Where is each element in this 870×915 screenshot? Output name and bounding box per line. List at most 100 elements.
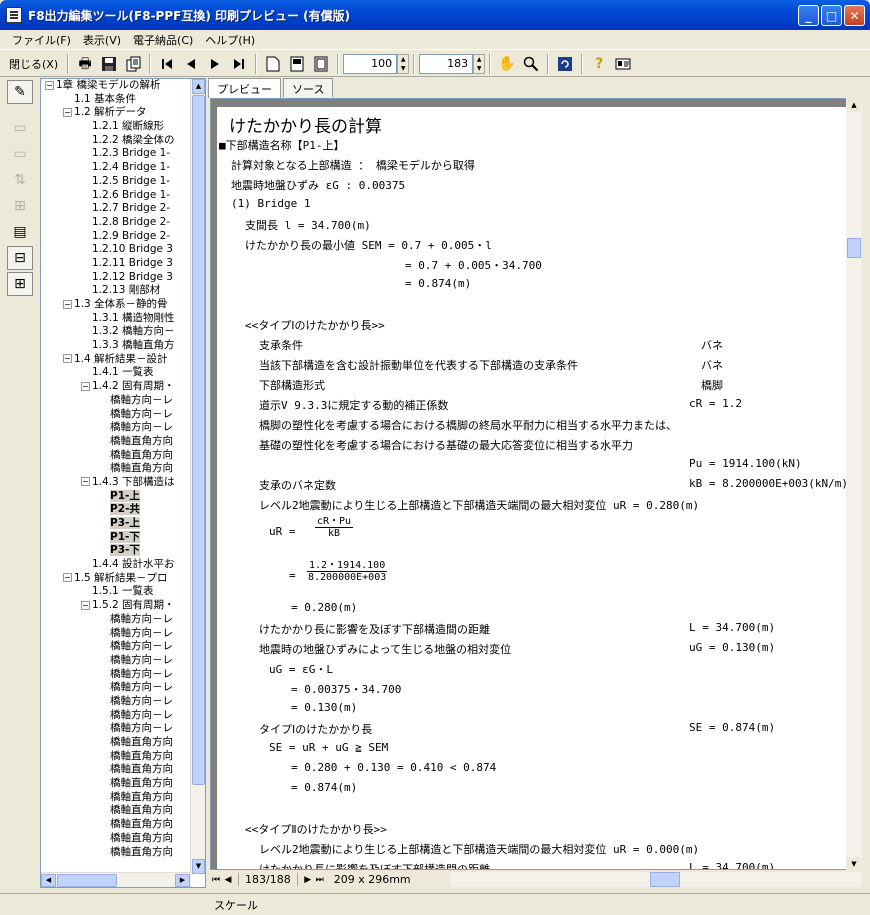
minimize-button[interactable]: _ bbox=[798, 5, 819, 26]
tree-item[interactable]: 橋軸方向－レ bbox=[41, 722, 191, 736]
last-page-icon[interactable]: ⏭ bbox=[314, 875, 326, 885]
tab-preview[interactable]: プレビュー bbox=[208, 78, 281, 98]
maximize-button[interactable]: □ bbox=[821, 5, 842, 26]
tree-item[interactable]: 1.3.2 橋軸方向－ bbox=[41, 325, 191, 339]
magnifier-icon[interactable] bbox=[520, 53, 542, 75]
tree-item[interactable]: P3-上 bbox=[41, 517, 191, 531]
tab-source[interactable]: ソース bbox=[283, 78, 334, 97]
tree-item[interactable]: 橋軸直角方向 bbox=[41, 435, 191, 449]
scroll-down-icon[interactable]: ▼ bbox=[847, 857, 861, 871]
save-icon[interactable] bbox=[98, 53, 120, 75]
tree-item[interactable]: 橋軸方向－レ bbox=[41, 695, 191, 709]
tree-item[interactable]: 橋軸方向－レ bbox=[41, 681, 191, 695]
tree-item[interactable]: −1.5.2 固有周期・ bbox=[41, 599, 191, 613]
prev-page-icon[interactable]: ◀ bbox=[222, 875, 234, 885]
tree-edit-icon[interactable]: ⊞ bbox=[7, 194, 33, 218]
id-card-icon[interactable] bbox=[612, 53, 634, 75]
tree-hscroll-thumb[interactable] bbox=[57, 874, 117, 887]
zoom-down-icon[interactable]: ▼ bbox=[398, 64, 408, 73]
tree-item[interactable]: 1.2.2 橋梁全体の bbox=[41, 134, 191, 148]
close-window-button[interactable]: ✕ bbox=[844, 5, 865, 26]
menu-help[interactable]: ヘルプ(H) bbox=[199, 32, 261, 48]
tree-item[interactable]: 1.2.4 Bridge 1- bbox=[41, 161, 191, 175]
tree-item[interactable]: 1.2.6 Bridge 1- bbox=[41, 189, 191, 203]
outdent-icon[interactable]: ▭ bbox=[7, 142, 33, 166]
tree-item[interactable]: 橋軸方向－レ bbox=[41, 627, 191, 641]
tree-item[interactable]: −1.4.2 固有周期・ bbox=[41, 380, 191, 394]
preview-hscroll-thumb[interactable] bbox=[650, 872, 680, 887]
tree-item[interactable]: 1.4.4 設計水平お bbox=[41, 558, 191, 572]
scroll-right-icon[interactable]: ▶ bbox=[175, 874, 190, 887]
page-down-icon[interactable]: ▼ bbox=[474, 64, 484, 73]
tree-item[interactable]: 橋軸直角方向 bbox=[41, 777, 191, 791]
tree-item[interactable]: 1.3.1 構造物剛性 bbox=[41, 312, 191, 326]
preview-scroll-thumb[interactable] bbox=[847, 238, 861, 258]
tree-item[interactable]: 橋軸直角方向 bbox=[41, 750, 191, 764]
tree-item[interactable]: −1.5 解析結果－プロ bbox=[41, 572, 191, 586]
indent-icon[interactable]: ▭ bbox=[7, 116, 33, 140]
preview-pane[interactable]: けたかかり長の計算 ■下部構造名称【P1-上】 計算対象となる上部構造 ： 橋梁モ… bbox=[210, 98, 862, 870]
outline-tree[interactable]: −1章 橋梁モデルの解析 1.1 基本条件 −1.2 解析データ 1.2.1 縦断線形… bbox=[40, 78, 206, 888]
menu-electronic-delivery[interactable]: 電子納品(C) bbox=[127, 32, 199, 48]
tree-item[interactable]: P1-下 bbox=[41, 530, 191, 545]
tree-item[interactable]: 1.2.12 Bridge 3 bbox=[41, 271, 191, 285]
menu-view[interactable]: 表示(V) bbox=[77, 32, 127, 48]
tree-item[interactable]: 1.4.1 一覧表 bbox=[41, 366, 191, 380]
whole-page-icon[interactable] bbox=[310, 53, 332, 75]
tree-item[interactable]: 1.2.5 Bridge 1- bbox=[41, 175, 191, 189]
pen-edit-icon[interactable]: ✎ bbox=[7, 80, 33, 104]
tree-item[interactable]: 橋軸方向－レ bbox=[41, 394, 191, 408]
collapse-icon[interactable]: − bbox=[63, 354, 72, 364]
page-up-icon[interactable]: ▲ bbox=[474, 55, 484, 64]
tree-item[interactable]: 1.2.3 Bridge 1- bbox=[41, 147, 191, 161]
page-spinner[interactable]: 183 ▲ ▼ bbox=[419, 53, 486, 74]
tree-item[interactable]: P3-下 bbox=[41, 544, 191, 558]
scroll-left-icon[interactable]: ◀ bbox=[41, 874, 56, 887]
prev-page-icon[interactable] bbox=[180, 53, 202, 75]
copy-pages-icon[interactable] bbox=[122, 53, 144, 75]
last-page-icon[interactable] bbox=[228, 53, 250, 75]
hand-tool-icon[interactable]: ✋ bbox=[496, 53, 518, 75]
collapse-icon[interactable]: − bbox=[81, 600, 90, 610]
tree-item[interactable]: −1.4.3 下部構造は bbox=[41, 476, 191, 490]
tree-collapse-icon[interactable]: ⊞ bbox=[7, 272, 33, 296]
tree-item[interactable]: 橋軸方向－レ bbox=[41, 408, 191, 422]
move-icon[interactable]: ⇅ bbox=[7, 168, 33, 192]
page-value[interactable]: 183 bbox=[419, 53, 474, 74]
tree-item[interactable]: 橋軸直角方向 bbox=[41, 832, 191, 846]
scroll-up-icon[interactable]: ▲ bbox=[192, 79, 205, 94]
single-page-icon[interactable] bbox=[262, 53, 284, 75]
tree-item[interactable]: 橋軸方向－レ bbox=[41, 668, 191, 682]
tree-item[interactable]: −1.4 解析結果－設計 bbox=[41, 353, 191, 367]
tree-item[interactable]: P1-上 bbox=[41, 489, 191, 504]
menu-file[interactable]: ファイル(F) bbox=[6, 32, 77, 48]
tree-item[interactable]: 1.2.10 Bridge 3 bbox=[41, 243, 191, 257]
collapse-icon[interactable]: − bbox=[45, 80, 54, 90]
collapse-icon[interactable]: − bbox=[63, 107, 72, 117]
collapse-icon[interactable]: − bbox=[81, 477, 90, 487]
tree-item[interactable]: 橋軸方向－レ bbox=[41, 640, 191, 654]
tree-item[interactable]: 橋軸方向－レ bbox=[41, 654, 191, 668]
tree-item[interactable]: 橋軸直角方向 bbox=[41, 763, 191, 777]
tree-item[interactable]: 1.2.11 Bridge 3 bbox=[41, 257, 191, 271]
tree-scroll-thumb[interactable] bbox=[192, 95, 205, 785]
collapse-icon[interactable]: − bbox=[63, 299, 72, 309]
tree-item[interactable]: 橋軸直角方向 bbox=[41, 791, 191, 805]
tree-item[interactable]: 橋軸直角方向 bbox=[41, 736, 191, 750]
tree-item[interactable]: 1.3.3 橋軸直角方 bbox=[41, 339, 191, 353]
tree-vertical-scrollbar[interactable]: ▲ ▼ bbox=[190, 79, 205, 874]
collapse-icon[interactable]: − bbox=[81, 381, 90, 391]
close-preview-button[interactable]: 閉じる(X) bbox=[5, 53, 62, 75]
preview-horizontal-scrollbar[interactable] bbox=[450, 872, 862, 887]
tree-item[interactable]: 橋軸直角方向 bbox=[41, 804, 191, 818]
tree-item[interactable]: 1.2.13 剛部材 bbox=[41, 284, 191, 298]
preview-vertical-scrollbar[interactable]: ▲ ▼ bbox=[846, 98, 862, 871]
colored-pages-icon[interactable]: ▤ bbox=[7, 220, 33, 244]
first-page-icon[interactable]: ⏮ bbox=[210, 875, 222, 885]
tree-item[interactable]: 橋軸直角方向 bbox=[41, 462, 191, 476]
first-page-icon[interactable] bbox=[156, 53, 178, 75]
tree-item[interactable]: 橋軸方向－レ bbox=[41, 613, 191, 627]
tree-item[interactable]: 1.2.9 Bridge 2- bbox=[41, 230, 191, 244]
zoom-up-icon[interactable]: ▲ bbox=[398, 55, 408, 64]
refresh-icon[interactable] bbox=[554, 53, 576, 75]
